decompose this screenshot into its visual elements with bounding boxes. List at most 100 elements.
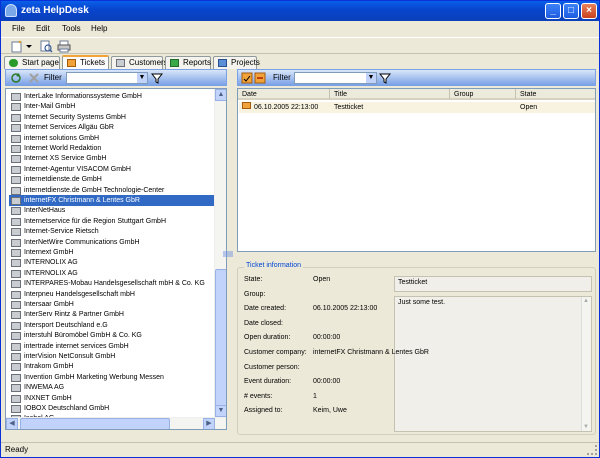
- ticket-title: Testticket: [334, 104, 364, 111]
- column-header-title[interactable]: Title: [330, 89, 450, 100]
- menu-edit[interactable]: Edit: [36, 24, 50, 33]
- chevron-down-icon[interactable]: ▼: [137, 73, 147, 83]
- list-item[interactable]: internetdienste.de GmbH Technologie-Cent…: [9, 185, 223, 196]
- scroll-down-icon[interactable]: ▼: [583, 424, 589, 430]
- company-icon: [11, 155, 21, 164]
- company-icon: [11, 134, 21, 143]
- customer-filter-combo[interactable]: ▼: [66, 72, 148, 84]
- list-item[interactable]: INTERNOLIX AG: [9, 257, 223, 268]
- scroll-left-icon[interactable]: ◀: [6, 418, 18, 429]
- list-item[interactable]: Intersport Deutschland e.G: [9, 320, 223, 331]
- list-item[interactable]: InterLake Informationssysteme GmbH: [9, 91, 223, 102]
- list-item[interactable]: INTERPARES-Mobau Handelsgesellschaft mbH…: [9, 278, 223, 289]
- company-icon: [11, 384, 21, 393]
- list-item[interactable]: INTERNOLIX AG: [9, 268, 223, 279]
- scroll-down-icon[interactable]: ▼: [215, 405, 226, 417]
- scroll-up-icon[interactable]: ▲: [215, 89, 226, 101]
- splitter-handle[interactable]: [222, 251, 234, 257]
- customer-name: IOBOX Deutschland GmbH: [24, 405, 110, 412]
- info-value: 00:00:00: [313, 378, 341, 386]
- list-item[interactable]: interVision NetConsult GmbH: [9, 351, 223, 362]
- column-header-state[interactable]: State: [516, 89, 595, 100]
- main-window: zeta HelpDesk _ □ × File Edit Tools Help: [0, 0, 600, 458]
- scroll-up-icon[interactable]: ▲: [583, 298, 589, 304]
- list-item[interactable]: Internet Security Systems GmbH: [9, 112, 223, 123]
- table-row[interactable]: 06.10.2005 22:13:00 Testticket Open: [239, 102, 595, 113]
- list-item[interactable]: internetFX Christmann & Lentes GbR: [9, 195, 223, 206]
- list-item[interactable]: InterServ Rintz & Partner GmbH: [9, 309, 223, 320]
- list-item[interactable]: InterNetHaus: [9, 205, 223, 216]
- new-ticket-icon[interactable]: [241, 72, 253, 84]
- title-bar[interactable]: zeta HelpDesk _ □ ×: [1, 1, 599, 21]
- delete-icon[interactable]: [28, 72, 40, 84]
- company-icon: [11, 342, 21, 351]
- customer-name: Internetservice für die Region Stuttgart…: [24, 217, 167, 225]
- list-item[interactable]: Internet XS Service GmbH: [9, 153, 223, 164]
- list-item[interactable]: interstuhl Büromöbel GmbH & Co. KG: [9, 330, 223, 341]
- refresh-icon[interactable]: [10, 72, 22, 84]
- tab-customers[interactable]: Customers: [111, 56, 168, 69]
- resize-grip-icon[interactable]: [587, 445, 597, 455]
- list-item[interactable]: Internet-Service Rietsch: [9, 226, 223, 237]
- menu-help[interactable]: Help: [91, 24, 107, 33]
- ticket-title-field[interactable]: Testticket: [394, 276, 592, 292]
- minimize-button[interactable]: _: [545, 3, 561, 19]
- customer-name: Internet-Service Rietsch: [24, 228, 99, 236]
- customer-name: Internet-Agentur VISACOM GmbH: [24, 165, 131, 173]
- reports-icon: [170, 59, 179, 67]
- menu-tools[interactable]: Tools: [62, 24, 81, 33]
- list-item[interactable]: INXNET GmbH: [9, 393, 223, 404]
- info-label: Group:: [244, 290, 266, 298]
- scroll-right-icon[interactable]: ▶: [203, 418, 215, 429]
- tab-tickets[interactable]: Tickets: [62, 55, 109, 70]
- list-item[interactable]: intertrade internet services GmbH: [9, 341, 223, 352]
- list-item[interactable]: Intersaar GmbH: [9, 299, 223, 310]
- tab-start-page[interactable]: Start page: [4, 56, 60, 69]
- filter-icon[interactable]: [379, 72, 391, 84]
- info-label: Open duration:: [244, 334, 291, 342]
- list-item[interactable]: Internext GmbH: [9, 247, 223, 258]
- tab-reports[interactable]: Reports: [165, 56, 211, 69]
- menu-file[interactable]: File: [12, 24, 25, 33]
- list-item[interactable]: InterNetWire Communications GmbH: [9, 237, 223, 248]
- customer-name: InterLake Informationssysteme GmbH: [24, 93, 142, 100]
- ticket-icon: [242, 102, 251, 109]
- print-preview-icon[interactable]: [39, 40, 53, 53]
- list-item[interactable]: Internetservice für die Region Stuttgart…: [9, 216, 223, 227]
- chevron-down-icon[interactable]: ▼: [366, 73, 376, 83]
- globe-icon: [9, 59, 18, 67]
- customer-panel: Filter ▼ Isabel AGIOBOX Deutschland GmbH…: [5, 69, 233, 437]
- list-item[interactable]: Invention GmbH Marketing Werbung Messen: [9, 372, 223, 383]
- status-text: Ready: [5, 445, 29, 454]
- list-item[interactable]: Inter-Mail GmbH: [9, 101, 223, 112]
- list-item[interactable]: Intrakom GmbH: [9, 361, 223, 372]
- new-item-icon[interactable]: [11, 40, 33, 53]
- edit-ticket-icon[interactable]: [254, 72, 266, 84]
- column-header-date[interactable]: Date: [238, 89, 330, 100]
- customer-name: internetdienste.de GmbH: [24, 176, 102, 184]
- filter-icon[interactable]: [151, 72, 163, 84]
- list-item[interactable]: Internet World Redaktion: [9, 143, 223, 154]
- tab-projects[interactable]: Projects: [213, 56, 260, 69]
- list-item[interactable]: Interpneu Handelsgesellschaft mbH: [9, 289, 223, 300]
- horizontal-scrollbar[interactable]: ◀ ▶: [6, 417, 226, 429]
- list-item[interactable]: internet solutions GmbH: [9, 133, 223, 144]
- vertical-scrollbar[interactable]: ▲ ▼: [581, 297, 591, 431]
- scroll-thumb[interactable]: [20, 418, 170, 429]
- print-icon[interactable]: [57, 40, 71, 53]
- customer-name: InterServ Rintz & Partner GmbH: [24, 311, 124, 319]
- scroll-thumb[interactable]: [215, 269, 226, 417]
- ticket-description-field[interactable]: Just some test. ▲ ▼: [394, 296, 592, 432]
- maximize-button[interactable]: □: [563, 3, 579, 19]
- list-item[interactable]: Internet Services Allgäu GbR: [9, 122, 223, 133]
- ticket-filter-combo[interactable]: ▼: [294, 72, 377, 84]
- list-item[interactable]: IOBOX Deutschland GmbH: [9, 403, 223, 414]
- info-value: internetFX Christmann & Lentes GbR: [313, 349, 429, 356]
- list-item[interactable]: Internet-Agentur VISACOM GmbH: [9, 164, 223, 175]
- company-icon: [11, 259, 21, 268]
- column-header-group[interactable]: Group: [450, 89, 516, 100]
- list-item[interactable]: INWEMA AG: [9, 382, 223, 393]
- list-item[interactable]: internetdienste.de GmbH: [9, 174, 223, 185]
- customer-name: INTERNOLIX AG: [24, 269, 78, 277]
- close-button[interactable]: ×: [581, 3, 597, 19]
